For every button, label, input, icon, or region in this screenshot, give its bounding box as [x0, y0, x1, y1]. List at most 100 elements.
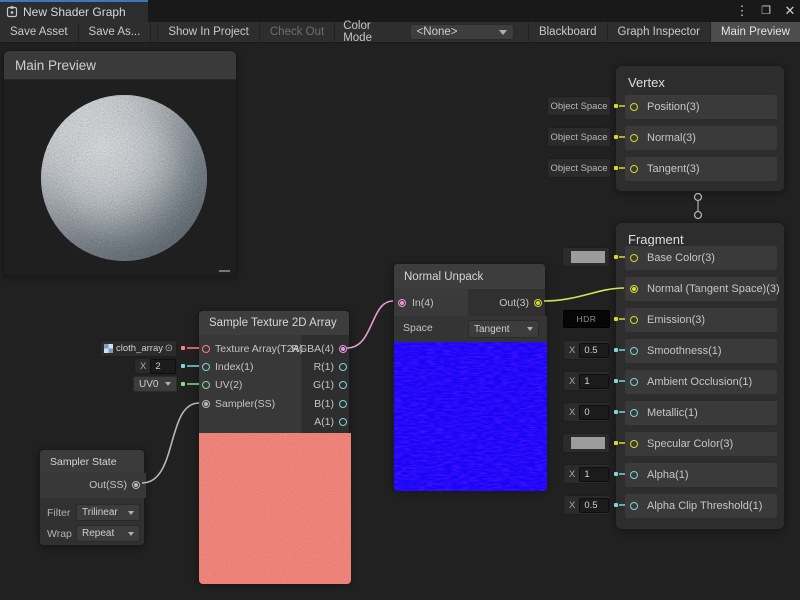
in-port[interactable] — [398, 299, 406, 307]
fragment-slot-smoothness: Smoothness(1) — [625, 339, 777, 363]
rgba-output-label: RGBA(4) — [291, 343, 334, 355]
metallic-value-field[interactable]: X 0 — [563, 402, 610, 422]
alpha-clip-input-port[interactable] — [630, 502, 638, 510]
position-input-port[interactable] — [630, 103, 638, 111]
out-ss-port[interactable] — [132, 481, 140, 489]
save-asset-button[interactable]: Save Asset — [0, 22, 79, 42]
emission-hdr-swatch[interactable]: HDR — [563, 310, 610, 328]
ambient-occlusion-value[interactable]: 1 — [579, 374, 609, 389]
r-output-port[interactable] — [339, 363, 347, 371]
tangent-input-port[interactable] — [630, 165, 638, 173]
alpha-clip-slot-label: Alpha Clip Threshold(1) — [647, 494, 762, 518]
index-input-label: Index(1) — [215, 361, 254, 373]
base-color-widget-dot — [614, 255, 618, 259]
fragment-slot-specular-color: Specular Color(3) — [625, 432, 777, 456]
b-output-port[interactable] — [339, 400, 347, 408]
filter-label: Filter — [47, 507, 70, 519]
alpha-widget-dot — [614, 472, 618, 476]
close-icon[interactable]: ✕ — [782, 0, 798, 22]
hdr-badge: HDR — [577, 314, 597, 324]
g-output-port[interactable] — [339, 381, 347, 389]
normal-space-selector[interactable]: Object Space — [547, 127, 611, 147]
smoothness-input-port[interactable] — [630, 347, 638, 355]
uv-channel-dropdown[interactable]: UV0 — [133, 376, 177, 392]
base-color-input-port[interactable] — [630, 254, 638, 262]
smoothness-value[interactable]: 0.5 — [579, 343, 609, 358]
wrap-dropdown[interactable]: Repeat — [76, 525, 140, 542]
out-port[interactable] — [534, 299, 542, 307]
kebab-menu-icon[interactable]: ⋮ — [734, 0, 750, 22]
alpha-value[interactable]: 1 — [579, 467, 609, 482]
texture-array-input-port[interactable] — [202, 345, 210, 353]
tangent-space-selector[interactable]: Object Space — [547, 158, 611, 178]
fragment-node[interactable]: Fragment Base Color(3) Normal (Tangent S… — [615, 222, 785, 530]
sample-texture-2d-array-node[interactable]: Sample Texture 2D Array Texture Array(T2… — [198, 310, 350, 583]
space-dropdown[interactable]: Tangent — [468, 320, 539, 338]
alpha-clip-value[interactable]: 0.5 — [579, 498, 609, 513]
sampler-input-port[interactable] — [202, 400, 210, 408]
a-output-port[interactable] — [339, 418, 347, 426]
alpha-clip-value-field[interactable]: X 0.5 — [563, 495, 610, 515]
ambient-occlusion-slot-label: Ambient Occlusion(1) — [647, 370, 752, 394]
main-preview-toggle-button[interactable]: Main Preview — [711, 22, 800, 42]
alpha-value-field[interactable]: X 1 — [563, 464, 610, 484]
space-label: Space — [403, 322, 433, 334]
sample-texture-node-title: Sample Texture 2D Array — [199, 317, 337, 329]
main-preview-panel[interactable]: Main Preview — [3, 50, 237, 276]
uv-widget-dot — [181, 382, 185, 386]
maximize-icon[interactable]: ❐ — [758, 0, 774, 22]
vertex-slot-normal: Normal(3) — [625, 126, 777, 150]
g-output-label: G(1) — [313, 379, 334, 391]
fragment-slot-ambient-occlusion: Ambient Occlusion(1) — [625, 370, 777, 394]
tangent-slot-label: Tangent(3) — [647, 157, 700, 181]
texture-array-thumb-icon — [104, 344, 113, 353]
normal-ts-input-port[interactable] — [630, 285, 638, 293]
position-space-selector[interactable]: Object Space — [547, 96, 611, 116]
ambient-occlusion-value-field[interactable]: X 1 — [563, 371, 610, 391]
edge-out-to-normal-ts[interactable] — [544, 288, 624, 301]
emission-input-port[interactable] — [630, 316, 638, 324]
color-mode-dropdown[interactable]: <None> — [410, 24, 514, 40]
graph-inspector-toggle-button[interactable]: Graph Inspector — [608, 22, 711, 42]
chevron-down-icon — [165, 382, 171, 386]
wrap-value: Repeat — [82, 528, 114, 539]
vertex-slot-position: Position(3) — [625, 95, 777, 119]
base-color-slot-label: Base Color(3) — [647, 246, 715, 270]
preview-sphere[interactable] — [41, 95, 207, 261]
vertex-node[interactable]: Vertex Position(3) Normal(3) Tangent(3) — [615, 65, 785, 192]
texture-array-object-field[interactable]: cloth_array ⊙ — [100, 340, 177, 357]
edge-sampler-state-to-sampler[interactable] — [142, 403, 199, 483]
check-out-button: Check Out — [260, 22, 335, 42]
position-widget-dot — [614, 104, 618, 108]
sampler-state-node[interactable]: Sampler State Out(SS) Filter Trilinear W… — [39, 449, 145, 546]
tangent-widget-dot — [614, 166, 618, 170]
index-input-port[interactable] — [202, 363, 210, 371]
base-color-swatch[interactable] — [562, 247, 610, 267]
edge-rgba-to-in[interactable] — [347, 301, 393, 348]
metallic-input-port[interactable] — [630, 409, 638, 417]
index-value[interactable]: 2 — [150, 359, 176, 374]
specular-color-input-port[interactable] — [630, 440, 638, 448]
show-in-project-button[interactable]: Show In Project — [157, 22, 260, 42]
normal-input-port[interactable] — [630, 134, 638, 142]
rgba-output-port[interactable] — [339, 345, 347, 353]
filter-dropdown[interactable]: Trilinear — [76, 504, 140, 521]
blackboard-toggle-button[interactable]: Blackboard — [528, 22, 608, 42]
normal-unpack-node[interactable]: Normal Unpack In(4) Out(3) Space Tangent — [393, 263, 546, 490]
save-as-button[interactable]: Save As... — [79, 22, 152, 42]
panel-resize-handle[interactable] — [219, 270, 230, 272]
alpha-input-port[interactable] — [630, 471, 638, 479]
object-picker-icon[interactable]: ⊙ — [165, 344, 173, 354]
index-value-field[interactable]: X 2 — [134, 358, 177, 374]
metallic-value[interactable]: 0 — [579, 405, 609, 420]
specular-color-slot-label: Specular Color(3) — [647, 432, 733, 456]
fragment-in-connector[interactable] — [695, 212, 702, 219]
chevron-down-icon — [128, 532, 134, 536]
tab-new-shader-graph[interactable]: New Shader Graph — [0, 0, 148, 22]
uv-input-port[interactable] — [202, 381, 210, 389]
vertex-out-connector[interactable] — [695, 194, 702, 201]
ambient-occlusion-input-port[interactable] — [630, 378, 638, 386]
vertex-slot-tangent: Tangent(3) — [625, 157, 777, 181]
specular-color-swatch[interactable] — [562, 433, 610, 453]
smoothness-value-field[interactable]: X 0.5 — [563, 340, 610, 360]
